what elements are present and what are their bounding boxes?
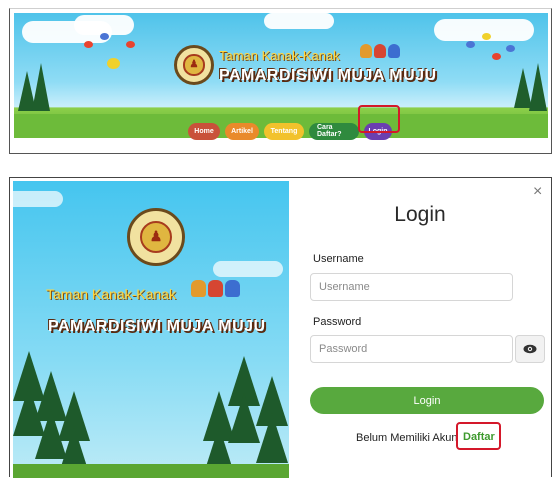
school-name-title: PAMARDISIWI MUJA MUJU: [219, 67, 437, 84]
cloud: [213, 261, 283, 277]
family-icon: ♟: [183, 54, 205, 76]
cloud: [13, 191, 63, 207]
bird-icon: [466, 41, 475, 48]
bird-icon: [492, 53, 501, 60]
child-figure: [208, 280, 223, 297]
child-figure: [388, 44, 400, 58]
username-label: Username: [313, 253, 364, 265]
nav-cara-daftar[interactable]: Cara Daftar?: [309, 122, 359, 140]
nav-artikel[interactable]: Artikel: [225, 122, 259, 140]
password-placeholder: Password: [319, 343, 368, 355]
school-name-title: PAMARDISIWI MUJA MUJU: [48, 318, 266, 335]
school-type-label: Taman Kanak-Kanak: [219, 48, 340, 63]
children-illustration: [191, 280, 240, 297]
highlight-box-nav-login: [358, 105, 400, 133]
login-side-illustration: ♟ Taman Kanak-Kanak PAMARDISIWI MUJA MUJ…: [13, 181, 289, 478]
family-icon: ♟: [139, 220, 173, 254]
nav-home[interactable]: Home: [188, 122, 220, 140]
username-input[interactable]: Username: [310, 273, 513, 301]
login-submit-button[interactable]: Login: [310, 387, 544, 414]
cloud: [264, 13, 334, 29]
pine-tree: [256, 413, 288, 463]
password-input[interactable]: Password: [310, 335, 513, 363]
pine-tree: [32, 63, 50, 111]
child-figure: [374, 44, 386, 58]
school-logo: ♟: [174, 45, 214, 85]
password-label: Password: [313, 316, 362, 328]
school-type-label: Taman Kanak-Kanak: [46, 286, 176, 302]
cloud: [74, 15, 134, 35]
children-illustration: [360, 44, 400, 58]
grass-strip: [13, 464, 289, 478]
child-figure: [225, 280, 240, 297]
show-password-button[interactable]: [515, 335, 545, 363]
child-figure: [360, 44, 372, 58]
bird-icon: [482, 33, 491, 40]
child-figure: [191, 280, 206, 297]
username-placeholder: Username: [319, 281, 370, 293]
bird-icon: [506, 45, 515, 52]
nav-tentang[interactable]: Tentang: [264, 122, 304, 140]
website-banner-frame: ♟ Taman Kanak-Kanak PAMARDISIWI MUJA MUJ…: [9, 8, 552, 154]
pine-tree: [529, 63, 547, 111]
bird-icon: [107, 58, 120, 69]
bird-icon: [84, 41, 93, 48]
highlight-box-register: [456, 422, 501, 450]
school-logo: ♟: [127, 208, 185, 266]
eye-icon: [523, 344, 537, 354]
close-icon[interactable]: ×: [533, 183, 542, 201]
bird-icon: [100, 33, 109, 40]
login-title: Login: [394, 203, 446, 226]
no-account-text: Belum Memiliki Akun: [356, 432, 458, 444]
bird-icon: [126, 41, 135, 48]
